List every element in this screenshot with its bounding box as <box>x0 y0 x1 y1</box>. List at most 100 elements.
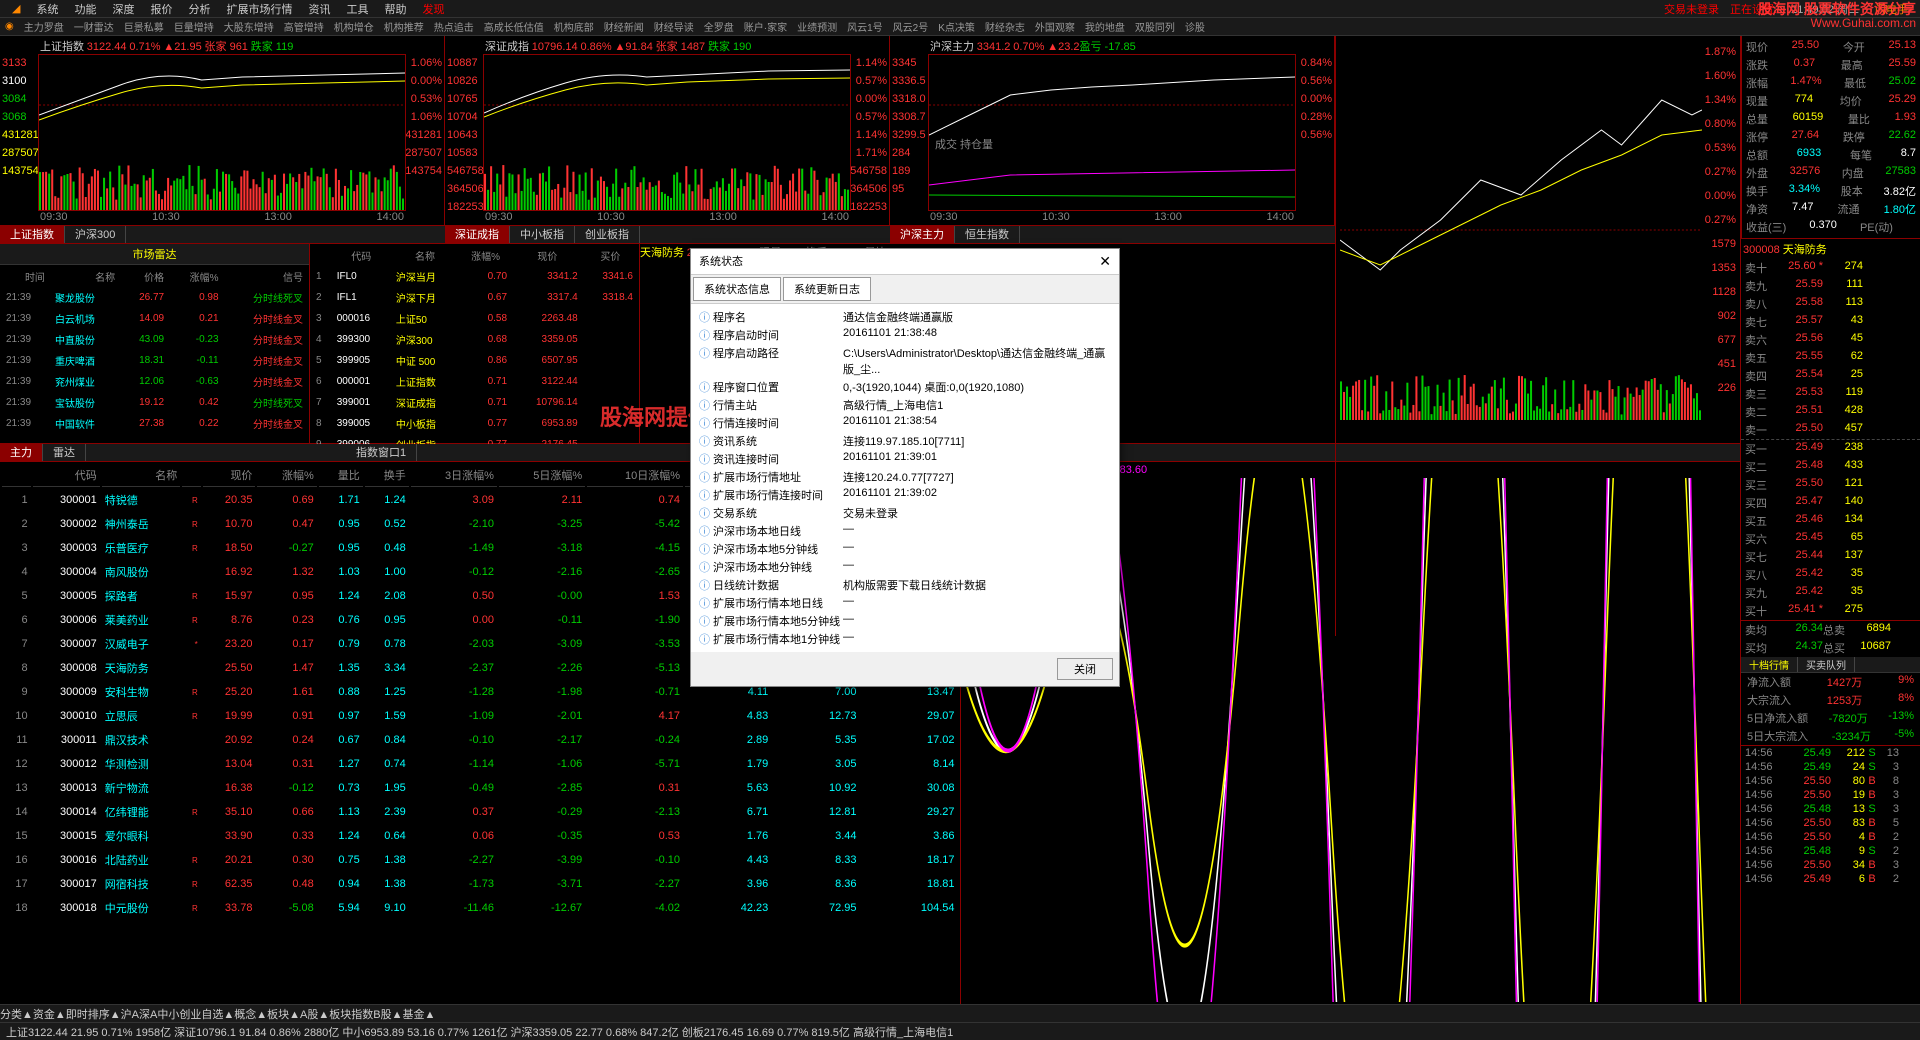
tab-sz[interactable]: 深证成指 <box>445 226 510 243</box>
info-row: ⓘ资讯连接时间20161101 21:39:01 <box>695 450 1115 468</box>
tab-radar2[interactable]: 雷达 <box>43 444 86 461</box>
menu-item[interactable]: 深度 <box>104 4 142 16</box>
radar-row[interactable]: 21:39白云机场14.090.21分时线金叉 <box>2 309 307 328</box>
table-row[interactable]: 12300012华测检测13.040.311.270.74-1.14-1.06-… <box>2 753 958 775</box>
toolbar-item[interactable]: 业绩预测 <box>792 23 842 34</box>
category-tab[interactable]: 创业 <box>179 1006 201 1022</box>
toolbar-item[interactable]: 主力罗盘 <box>19 23 69 34</box>
table-row[interactable]: 17300017网宿科技R62.350.480.941.38-1.73-3.71… <box>2 873 958 895</box>
info-row: ⓘ行情连接时间20161101 21:38:54 <box>695 414 1115 432</box>
category-tab[interactable]: A股▲ <box>300 1006 329 1022</box>
tab-hs300[interactable]: 沪深300 <box>65 226 126 243</box>
category-tabs: 分类▲资金▲即时排序▲沪A深A中小创业自选▲概念▲板块▲A股▲板块指数B股▲基金… <box>0 1004 1920 1022</box>
info-icon: ⓘ <box>699 309 713 325</box>
menu-item[interactable]: 资讯 <box>300 4 338 16</box>
toolbar-item[interactable]: 大股东增持 <box>219 23 279 34</box>
toolbar-item[interactable]: 诊股 <box>1180 23 1210 34</box>
index-row[interactable]: 2IFL1沪深下月0.673317.43318.4 <box>312 288 637 307</box>
toolbar-item[interactable]: 机构底部 <box>549 23 599 34</box>
chart-sh-index[interactable]: 上证指数 3122.44 0.71% ▲21.95 张家 961 跌家 119 … <box>0 36 445 225</box>
radar-row[interactable]: 21:39宝钛股份19.120.42分时线死叉 <box>2 393 307 412</box>
toolbar-item[interactable]: 热点追击 <box>429 23 479 34</box>
table-row[interactable]: 16300016北陆药业R20.210.300.751.38-2.27-3.99… <box>2 849 958 871</box>
menu-discover[interactable]: 发现 <box>414 1 452 17</box>
toolbar-item[interactable]: 高成长低估值 <box>479 23 549 34</box>
toolbar-item[interactable]: 风云2号 <box>888 23 934 34</box>
chart-hs-main[interactable]: 沪深主力 3341.2 0.70% ▲23.2 盈亏 -17.85 334533… <box>890 36 1335 225</box>
toolbar-item[interactable]: 财经新闻 <box>599 23 649 34</box>
radar-row[interactable]: 21:39聚龙股份26.770.98分时线死叉 <box>2 288 307 307</box>
toolbar-item[interactable]: 风云1号 <box>842 23 888 34</box>
category-tab[interactable]: 概念▲ <box>234 1006 267 1022</box>
menu-item[interactable]: 功能 <box>66 4 104 16</box>
dialog-tab-log[interactable]: 系统更新日志 <box>783 277 871 301</box>
toolbar-item[interactable]: 机构推荐 <box>379 23 429 34</box>
index-row[interactable]: 8399005中小板指0.776953.89 <box>312 414 637 433</box>
stock-main-chart[interactable]: 1.87%1.60%1.34%0.80%0.53%0.27%0.00%0.27%… <box>1335 36 1740 636</box>
index-row[interactable]: 5399905中证 5000.866507.95 <box>312 351 637 370</box>
category-tab[interactable]: 板块▲ <box>267 1006 300 1022</box>
toolbar-item[interactable]: 全罗盘 <box>699 23 739 34</box>
toolbar-item[interactable]: 外国观察 <box>1030 23 1080 34</box>
tab-zxb[interactable]: 中小板指 <box>510 226 575 243</box>
index-row[interactable]: 3000016上证500.582263.48 <box>312 309 637 328</box>
info-row: ⓘ扩展市场行情地址连接120.24.0.77[7727] <box>695 468 1115 486</box>
toolbar-item[interactable]: 巨景私募 <box>119 23 169 34</box>
radar-row[interactable]: 21:39中直股份43.09-0.23分时线金叉 <box>2 330 307 349</box>
radar-row[interactable]: 21:39中国软件27.380.22分时线金叉 <box>2 414 307 433</box>
category-tab[interactable]: 板块指数 <box>329 1006 373 1022</box>
toolbar-item[interactable]: 双股同列 <box>1130 23 1180 34</box>
index-row[interactable]: 6000001上证指数0.713122.44 <box>312 372 637 391</box>
category-tab[interactable]: 资金▲ <box>33 1006 66 1022</box>
dialog-title: 系统状态 <box>699 253 743 270</box>
info-row: ⓘ交易系统交易未登录 <box>695 504 1115 522</box>
index-row[interactable]: 4399300沪深3000.683359.05 <box>312 330 637 349</box>
tab-main[interactable]: 主力 <box>0 444 43 461</box>
toolbar-item[interactable]: 财经杂志 <box>980 23 1030 34</box>
dialog-tab-info[interactable]: 系统状态信息 <box>693 277 781 301</box>
category-tab[interactable]: 即时排序▲ <box>66 1006 121 1022</box>
tab-level10[interactable]: 十档行情 <box>1741 657 1798 672</box>
table-row[interactable]: 18300018中元股份R33.78-5.085.949.10-11.46-12… <box>2 897 958 919</box>
category-tab[interactable]: 自选▲ <box>201 1006 234 1022</box>
tab-hsmain[interactable]: 沪深主力 <box>890 226 955 243</box>
close-icon[interactable]: ✕ <box>1099 253 1111 270</box>
menu-item[interactable]: 报价 <box>142 4 180 16</box>
chart-sz-index[interactable]: 深证成指 10796.14 0.86% ▲91.84 张家 1487 跌家 19… <box>445 36 890 225</box>
toolbar-item[interactable]: 一财雷达 <box>69 23 119 34</box>
category-tab[interactable]: B股▲ <box>373 1006 402 1022</box>
menu-item[interactable]: 扩展市场行情 <box>218 4 300 16</box>
table-row[interactable]: 13300013新宁物流16.38-0.120.731.95-0.49-2.85… <box>2 777 958 799</box>
index-row[interactable]: 7399001深证成指0.7110796.14 <box>312 393 637 412</box>
tab-queue[interactable]: 买卖队列 <box>1798 657 1855 672</box>
menu-item[interactable]: 分析 <box>180 4 218 16</box>
toolbar-item[interactable]: 巨量增持 <box>169 23 219 34</box>
toolbar-item[interactable]: 账户·家家 <box>739 23 792 34</box>
category-tab[interactable]: 深A <box>139 1006 157 1022</box>
toolbar-item[interactable]: 高管增持 <box>279 23 329 34</box>
info-row: ⓘ资讯系统连接119.97.185.10[7711] <box>695 432 1115 450</box>
table-row[interactable]: 14300014亿纬锂能R35.100.661.132.390.37-0.29-… <box>2 801 958 823</box>
table-row[interactable]: 15300015爱尔眼科33.900.331.240.640.06-0.350.… <box>2 825 958 847</box>
category-tab[interactable]: 分类▲ <box>0 1006 33 1022</box>
tab-sh[interactable]: 上证指数 <box>0 226 65 243</box>
tab-hsi[interactable]: 恒生指数 <box>955 226 1020 243</box>
category-tab[interactable]: 中小 <box>157 1006 179 1022</box>
toolbar-item[interactable]: 财经导读 <box>649 23 699 34</box>
category-tab[interactable]: 基金▲ <box>403 1006 436 1022</box>
index-row[interactable]: 1IFL0沪深当月0.703341.23341.6 <box>312 267 637 286</box>
toolbar-item[interactable]: K点决策 <box>933 23 980 34</box>
table-row[interactable]: 11300011鼎汉技术20.920.240.670.84-0.10-2.17-… <box>2 729 958 751</box>
radar-row[interactable]: 21:39重庆啤酒18.31-0.11分时线金叉 <box>2 351 307 370</box>
close-button[interactable]: 关闭 <box>1057 658 1113 680</box>
toolbar-item[interactable]: 机构增仓 <box>329 23 379 34</box>
tab-idxwin[interactable]: 指数窗口1 <box>346 444 417 461</box>
table-row[interactable]: 10300010立思辰R19.990.910.971.59-1.09-2.014… <box>2 705 958 727</box>
menu-item[interactable]: 系统 <box>28 4 66 16</box>
toolbar-item[interactable]: 我的地盘 <box>1080 23 1130 34</box>
radar-row[interactable]: 21:39兖州煤业12.06-0.63分时线金叉 <box>2 372 307 391</box>
menu-item[interactable]: 帮助 <box>376 4 414 16</box>
category-tab[interactable]: 沪A <box>121 1006 139 1022</box>
menu-item[interactable]: 工具 <box>338 4 376 16</box>
tab-cyb[interactable]: 创业板指 <box>575 226 640 243</box>
